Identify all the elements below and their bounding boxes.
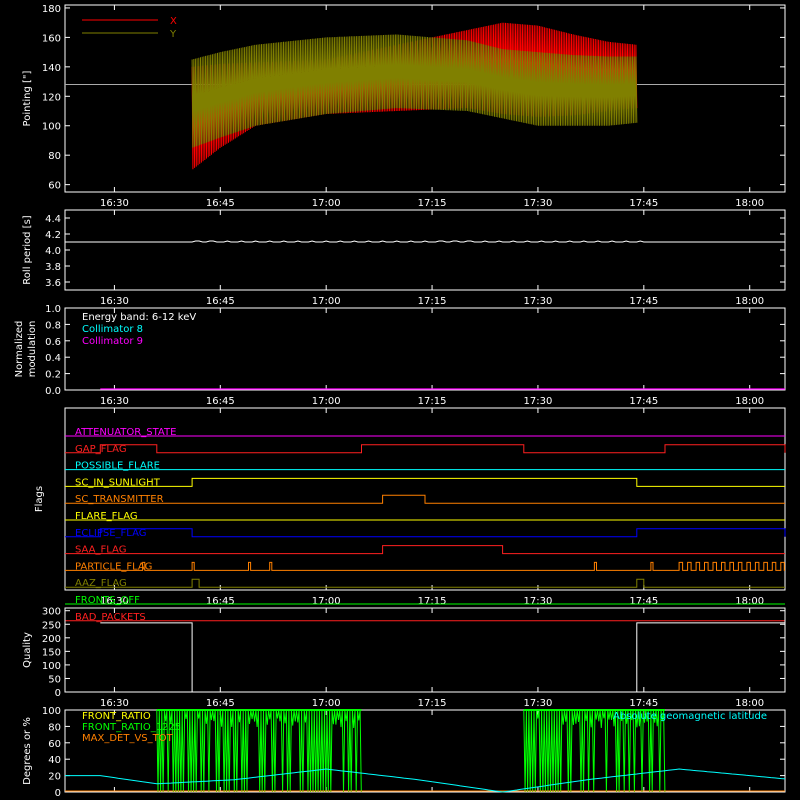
y-tick-label: 0.2	[45, 370, 61, 381]
time-tick-label: 17:45	[629, 396, 658, 407]
time-tick-label: 17:30	[524, 198, 553, 209]
right-annotation: Absolute geomagnetic latitude	[613, 711, 767, 722]
y-tick-label: 0.0	[45, 386, 61, 397]
y-tick-label: 1.0	[45, 304, 61, 315]
time-tick-label: 17:15	[418, 698, 447, 709]
time-tick-label: 16:45	[206, 198, 235, 209]
legend-entry: Y	[169, 29, 177, 40]
y-tick-label: 4.4	[45, 214, 61, 225]
time-tick-label: 17:15	[418, 596, 447, 607]
time-tick-label: 17:45	[629, 698, 658, 709]
time-tick-label: 17:30	[524, 698, 553, 709]
time-tick-label: 16:30	[100, 396, 129, 407]
time-tick-label: 16:30	[100, 296, 129, 307]
y-tick-label: 0.4	[45, 353, 61, 364]
y-tick-label: 160	[42, 33, 61, 44]
y-axis-label: Pointing ["]	[22, 70, 33, 126]
legend-entry: FRONT_RATIO_1225	[82, 722, 181, 733]
time-tick-label: 16:45	[206, 396, 235, 407]
time-tick-label: 16:30	[100, 698, 129, 709]
time-tick-label: 17:30	[524, 396, 553, 407]
y-tick-label: 80	[48, 722, 61, 733]
y-tick-label: 60	[48, 739, 61, 750]
legend-entry: FRONT_RATIO	[82, 711, 151, 722]
y-tick-label: 100	[42, 706, 61, 717]
y-tick-label: 0.6	[45, 337, 61, 348]
time-tick-label: 18:00	[735, 596, 764, 607]
legend-entry: MAX_DET_VS_TOT	[82, 733, 174, 744]
time-tick-label: 17:45	[629, 296, 658, 307]
y-axis-label-line2: modulation	[27, 321, 38, 378]
time-tick-label: 18:00	[735, 396, 764, 407]
time-tick-label: 18:00	[735, 296, 764, 307]
y-tick-label: 300	[42, 607, 61, 618]
y-tick-label: 4.0	[45, 246, 61, 257]
y-tick-label: 80	[48, 151, 61, 162]
time-tick-label: 16:30	[100, 198, 129, 209]
time-tick-label: 17:00	[312, 198, 341, 209]
time-tick-label: 18:00	[735, 198, 764, 209]
y-axis-label: Quality	[22, 632, 33, 668]
time-tick-label: 17:30	[524, 296, 553, 307]
time-tick-label: 17:45	[629, 198, 658, 209]
time-tick-label: 17:00	[312, 698, 341, 709]
y-tick-label: 250	[42, 620, 61, 631]
y-tick-label: 180	[42, 4, 61, 15]
y-tick-label: 100	[42, 661, 61, 672]
y-tick-label: 0	[55, 688, 61, 699]
y-tick-label: 3.6	[45, 278, 61, 289]
time-tick-label: 17:00	[312, 596, 341, 607]
y-tick-label: 60	[48, 181, 61, 192]
time-tick-label: 17:00	[312, 396, 341, 407]
y-axis-label: Flags	[34, 486, 45, 512]
y-axis-label-line1: Normalized	[14, 321, 25, 378]
annotation: Collimator 9	[82, 336, 143, 347]
time-tick-label: 17:30	[524, 596, 553, 607]
legend-entry: X	[170, 16, 177, 27]
time-tick-label: 17:15	[418, 396, 447, 407]
annotation: Energy band: 6-12 keV	[82, 312, 196, 323]
y-tick-label: 4.2	[45, 230, 61, 241]
time-tick-label: 16:45	[206, 296, 235, 307]
y-tick-label: 0	[55, 788, 61, 799]
time-tick-label: 17:00	[312, 296, 341, 307]
y-tick-label: 0.8	[45, 320, 61, 331]
y-axis-label: Roll period [s]	[22, 215, 33, 284]
y-tick-label: 20	[48, 772, 61, 783]
time-tick-label: 16:45	[206, 698, 235, 709]
time-tick-label: 17:45	[629, 596, 658, 607]
time-tick-label: 17:15	[418, 198, 447, 209]
y-tick-label: 120	[42, 92, 61, 103]
y-tick-label: 40	[48, 755, 61, 766]
time-tick-label: 17:15	[418, 296, 447, 307]
y-tick-label: 200	[42, 634, 61, 645]
y-tick-label: 140	[42, 63, 61, 74]
time-tick-label: 18:00	[735, 698, 764, 709]
time-tick-label: 16:45	[206, 596, 235, 607]
y-tick-label: 100	[42, 122, 61, 133]
y-tick-label: 50	[48, 674, 61, 685]
annotation: Collimator 8	[82, 324, 143, 335]
y-tick-label: 3.8	[45, 262, 61, 273]
y-tick-label: 150	[42, 647, 61, 658]
rhessi-quicklook-figure: 16:30 16:45 17:00 17:15 17:30 17:45 18:00 60 80 1…	[0, 0, 800, 800]
y-axis-label: Degrees or %	[22, 717, 33, 785]
